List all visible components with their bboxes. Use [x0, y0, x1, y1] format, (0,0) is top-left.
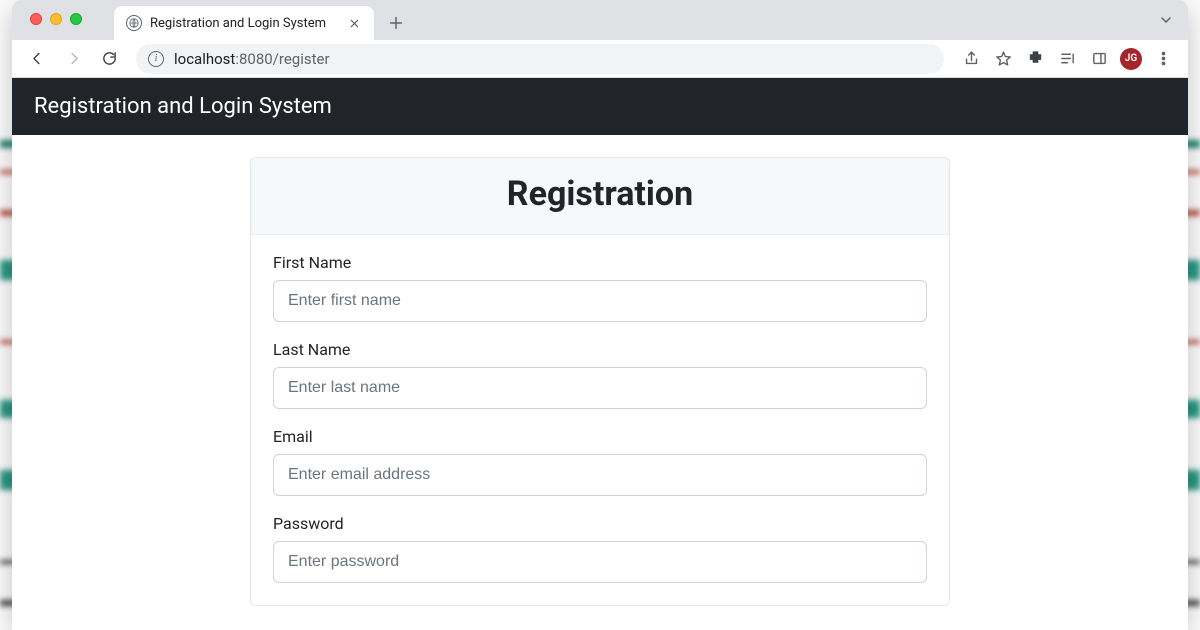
last-name-input[interactable] [273, 367, 927, 409]
close-tab-button[interactable] [346, 15, 362, 31]
registration-card: Registration First Name Last Name Email … [250, 157, 950, 606]
url-path: :8080/register [235, 50, 329, 68]
url-host: localhost [174, 50, 235, 68]
url-text: localhost:8080/register [174, 50, 932, 68]
reading-list-icon[interactable] [1052, 44, 1082, 74]
window-close-button[interactable] [30, 13, 42, 25]
browser-window: Registration and Login System i localhos… [12, 0, 1188, 630]
first-name-group: First Name [273, 253, 927, 322]
address-bar[interactable]: i localhost:8080/register [136, 44, 944, 74]
kebab-menu-icon[interactable] [1148, 44, 1178, 74]
tab-strip: Registration and Login System [12, 0, 1188, 40]
tabs-dropdown-button[interactable] [1158, 12, 1174, 32]
share-icon[interactable] [956, 44, 986, 74]
browser-toolbar: i localhost:8080/register JG [12, 40, 1188, 78]
first-name-input[interactable] [273, 280, 927, 322]
app-title: Registration and Login System [34, 94, 332, 119]
page-viewport: Registration and Login System Registrati… [12, 78, 1188, 630]
bookmark-star-icon[interactable] [988, 44, 1018, 74]
card-header: Registration [251, 158, 949, 235]
app-header: Registration and Login System [12, 78, 1188, 135]
first-name-label: First Name [273, 253, 927, 272]
window-minimize-button[interactable] [50, 13, 62, 25]
site-info-icon[interactable]: i [148, 51, 164, 67]
extensions-icon[interactable] [1020, 44, 1050, 74]
profile-avatar[interactable]: JG [1116, 44, 1146, 74]
card-body: First Name Last Name Email Password [251, 235, 949, 605]
last-name-group: Last Name [273, 340, 927, 409]
email-label: Email [273, 427, 927, 446]
password-input[interactable] [273, 541, 927, 583]
email-group: Email [273, 427, 927, 496]
window-controls [30, 13, 82, 25]
password-group: Password [273, 514, 927, 583]
reload-button[interactable] [94, 44, 124, 74]
password-label: Password [273, 514, 927, 533]
window-maximize-button[interactable] [70, 13, 82, 25]
globe-icon [126, 15, 142, 31]
last-name-label: Last Name [273, 340, 927, 359]
toolbar-actions: JG [956, 44, 1178, 74]
browser-tab[interactable]: Registration and Login System [114, 6, 374, 40]
side-panel-icon[interactable] [1084, 44, 1114, 74]
email-input[interactable] [273, 454, 927, 496]
new-tab-button[interactable] [382, 9, 410, 37]
card-title: Registration [263, 174, 937, 214]
tab-title: Registration and Login System [150, 16, 338, 31]
back-button[interactable] [22, 44, 52, 74]
forward-button[interactable] [58, 44, 88, 74]
avatar-badge: JG [1120, 48, 1142, 70]
